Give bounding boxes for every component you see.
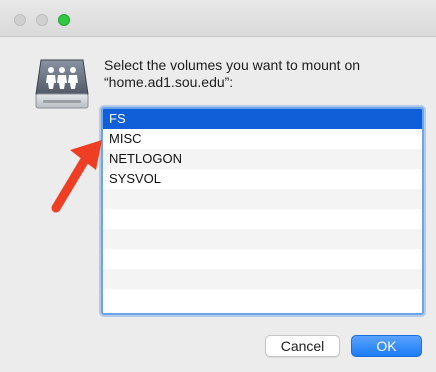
volume-item-fs[interactable]: FS <box>103 109 422 129</box>
cancel-button[interactable]: Cancel <box>265 335 340 357</box>
empty-row <box>103 249 422 269</box>
empty-row <box>103 289 422 309</box>
shared-server-icon <box>35 59 89 109</box>
empty-row <box>103 269 422 289</box>
red-arrow-annotation-icon <box>51 140 102 213</box>
empty-row <box>103 189 422 209</box>
ok-button[interactable]: OK <box>351 335 422 357</box>
volume-item-sysvol[interactable]: SYSVOL <box>103 169 422 189</box>
empty-row <box>103 229 422 249</box>
minimize-window-button[interactable] <box>36 14 48 26</box>
prompt-line-1: Select the volumes you want to mount on <box>104 57 361 73</box>
zoom-window-button[interactable] <box>58 14 70 26</box>
volume-item-netlogon[interactable]: NETLOGON <box>103 149 422 169</box>
dialog-prompt: Select the volumes you want to mount on … <box>104 57 424 91</box>
mount-volumes-dialog: Select the volumes you want to mount on … <box>0 0 436 372</box>
close-window-button[interactable] <box>14 14 26 26</box>
title-bar <box>0 0 436 37</box>
prompt-line-2: “home.ad1.sou.edu”: <box>104 74 234 90</box>
volume-item-misc[interactable]: MISC <box>103 129 422 149</box>
volume-list[interactable]: FS MISC NETLOGON SYSVOL <box>101 107 424 315</box>
empty-row <box>103 209 422 229</box>
